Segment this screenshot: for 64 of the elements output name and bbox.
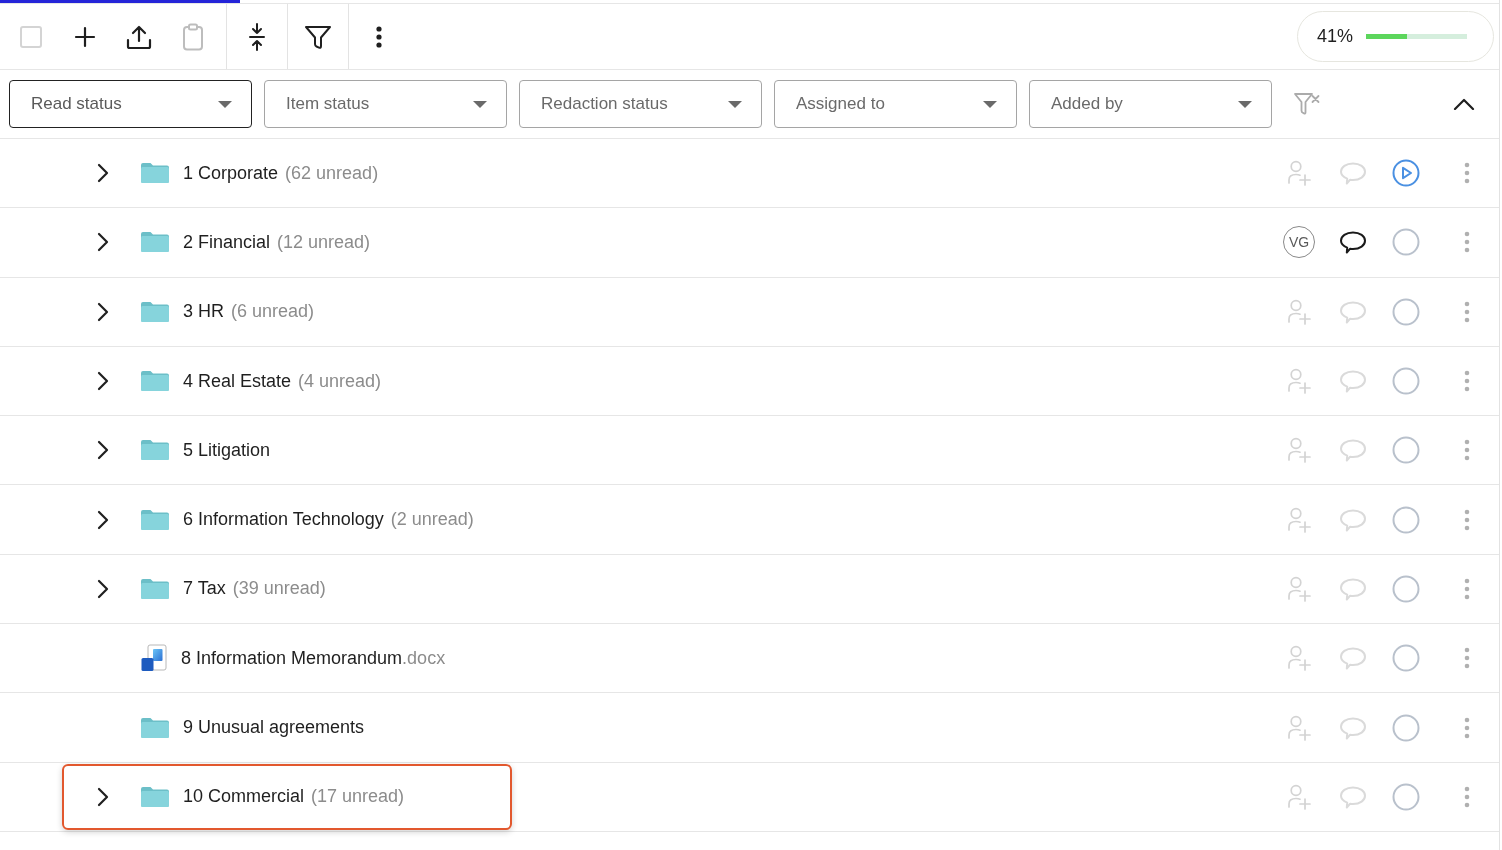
- filter-dropdown[interactable]: Assigned to: [774, 80, 1017, 128]
- select-all-checkbox[interactable]: [20, 25, 42, 48]
- add-person-icon[interactable]: [1286, 437, 1312, 464]
- caret-icon: [218, 100, 232, 108]
- collapse-all-icon[interactable]: [248, 22, 266, 51]
- chevron-right-icon[interactable]: [97, 232, 109, 253]
- item-name[interactable]: 5 Litigation: [183, 439, 271, 461]
- add-person-icon[interactable]: [1286, 783, 1312, 810]
- add-person-icon[interactable]: [1286, 645, 1312, 672]
- add-person-icon[interactable]: [1286, 368, 1312, 395]
- filter-dropdown[interactable]: Item status: [264, 80, 507, 128]
- chevron-right-icon[interactable]: [97, 163, 109, 184]
- add-person-icon[interactable]: [1286, 160, 1312, 187]
- chevron-right-icon[interactable]: [97, 786, 109, 807]
- chevron-right-icon[interactable]: [97, 371, 109, 392]
- caret-icon: [1238, 100, 1252, 108]
- item-name[interactable]: 8 Information Memorandum: [181, 647, 403, 669]
- unread-count: (6 unread): [231, 301, 315, 323]
- add-person-icon[interactable]: [1286, 298, 1312, 325]
- filter-dropdown[interactable]: Read status: [9, 80, 252, 128]
- item-name[interactable]: 2 Financial: [183, 231, 271, 253]
- item-name[interactable]: 4 Real Estate: [183, 370, 292, 392]
- unread-count: (12 unread): [277, 231, 371, 253]
- more-icon[interactable]: [376, 25, 382, 48]
- unread-count: (4 unread): [298, 370, 382, 392]
- empty-circle-icon[interactable]: [1392, 228, 1420, 257]
- filter-dropdown[interactable]: Redaction status: [519, 80, 762, 128]
- item-name[interactable]: 7 Tax: [183, 578, 226, 600]
- empty-circle-icon[interactable]: [1392, 436, 1420, 465]
- empty-circle-icon[interactable]: [1392, 505, 1420, 534]
- chevron-right-icon[interactable]: [97, 509, 109, 530]
- empty-circle-icon[interactable]: [1392, 713, 1420, 742]
- play-circle-icon[interactable]: [1392, 159, 1420, 188]
- empty-circle-icon[interactable]: [1392, 644, 1420, 673]
- plus-icon[interactable]: [74, 25, 96, 48]
- filter-dropdown[interactable]: Added by: [1029, 80, 1272, 128]
- empty-circle-icon[interactable]: [1392, 574, 1420, 603]
- caret-icon: [983, 100, 997, 108]
- item-name[interactable]: 10 Commercial: [183, 786, 305, 808]
- empty-circle-icon[interactable]: [1392, 367, 1420, 396]
- file-extension: .docx: [402, 647, 446, 669]
- unread-count: (62 unread): [285, 162, 379, 184]
- item-name[interactable]: 9 Unusual agreements: [183, 717, 365, 738]
- unread-count: (39 unread): [232, 578, 326, 600]
- add-person-icon[interactable]: [1286, 506, 1312, 533]
- caret-icon: [728, 100, 742, 108]
- item-name[interactable]: 6 Information Technology: [183, 509, 384, 531]
- add-person-icon[interactable]: [1286, 714, 1312, 741]
- unread-count: (2 unread): [390, 509, 474, 531]
- item-name[interactable]: 3 HR: [183, 301, 224, 323]
- progress-percent: 41%: [1317, 26, 1354, 47]
- item-name[interactable]: 1 Corporate: [183, 162, 279, 184]
- empty-circle-icon[interactable]: [1392, 297, 1420, 326]
- chevron-right-icon[interactable]: [97, 301, 109, 322]
- add-person-icon[interactable]: [1286, 575, 1312, 602]
- comment-icon[interactable]: [1339, 230, 1367, 255]
- filter-icon[interactable]: [304, 23, 332, 50]
- unread-count: (17 unread): [311, 786, 405, 808]
- empty-circle-icon[interactable]: [1392, 782, 1420, 811]
- chevron-up-icon[interactable]: [1453, 98, 1475, 110]
- chevron-right-icon[interactable]: [97, 440, 109, 461]
- caret-icon: [473, 100, 487, 108]
- chevron-right-icon[interactable]: [97, 578, 109, 599]
- upload-icon[interactable]: [126, 23, 152, 50]
